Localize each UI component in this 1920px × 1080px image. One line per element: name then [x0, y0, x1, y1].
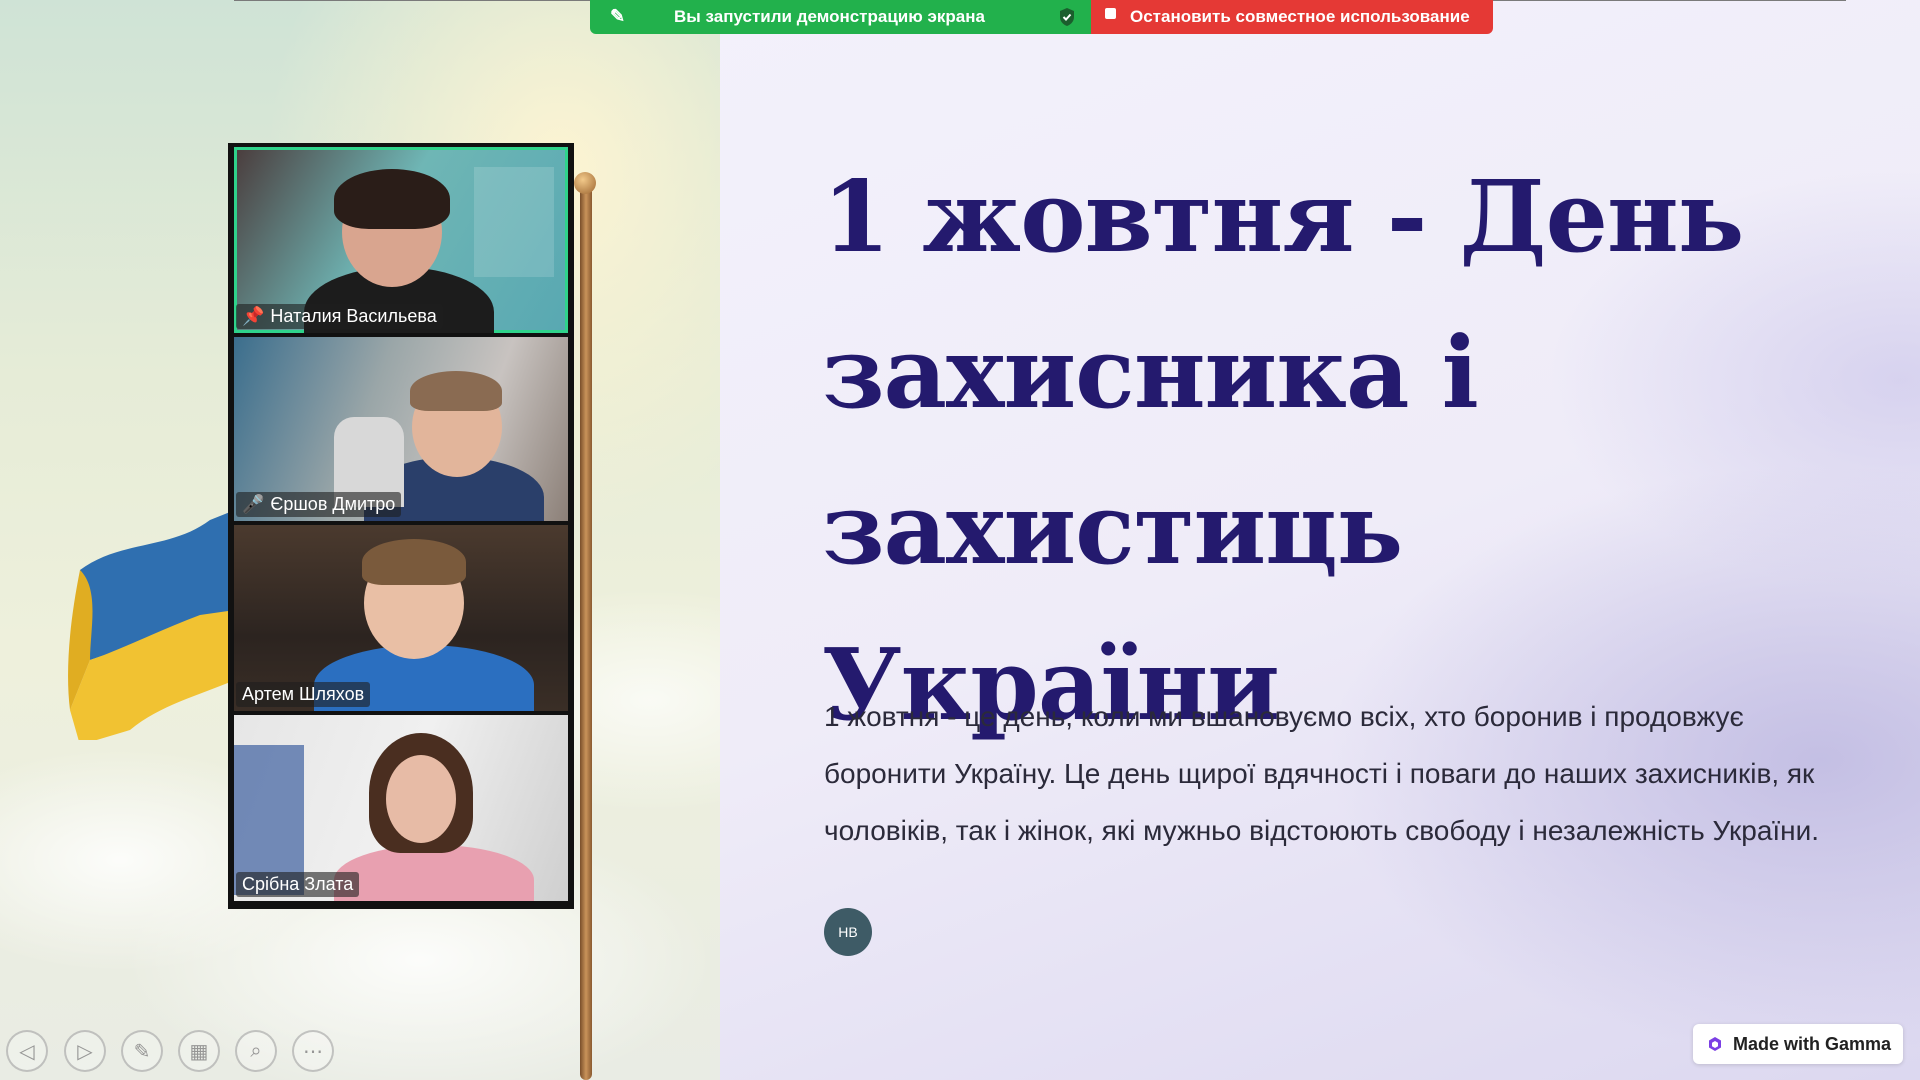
pen-icon: ✎ [133, 1040, 151, 1063]
next-slide-button[interactable]: ▷ [64, 1030, 106, 1072]
zoom-button[interactable]: ⌕ [235, 1030, 277, 1072]
see-all-slides-button[interactable]: ▦ [178, 1030, 220, 1072]
participant-name-label: 🎤 Єршов Дмитро [236, 492, 402, 517]
stop-sharing-label: Остановить совместное использование [1130, 7, 1470, 26]
more-icon: ⋯ [303, 1040, 323, 1063]
shield-check-icon [1058, 7, 1078, 27]
muted-microphone-icon: 🎤 [242, 494, 265, 514]
ukraine-flag-image [68, 510, 235, 740]
participant-name-label: 📌 Наталия Васильева [236, 304, 443, 329]
share-status-text: Вы запустили демонстрацию экрана [674, 7, 985, 26]
pin-icon: 📌 [242, 306, 265, 326]
participant-name-label: Артем Шляхов [236, 682, 371, 707]
participant-name-label: Срібна Злата [236, 872, 360, 897]
video-tile[interactable]: Артем Шляхов [234, 525, 568, 711]
gamma-badge-label: Made with Gamma [1733, 1033, 1892, 1054]
video-tile[interactable]: Срібна Злата [234, 715, 568, 901]
slides-icon: ▦ [189, 1040, 209, 1063]
zoom-icon: ⌕ [250, 1039, 262, 1062]
made-with-gamma-badge[interactable]: Made with Gamma [1693, 1024, 1903, 1064]
flagpole-image [580, 178, 592, 1080]
stop-icon [1105, 7, 1116, 19]
pen-tool-button[interactable]: ✎ [121, 1030, 163, 1072]
more-options-button[interactable]: ⋯ [292, 1030, 334, 1072]
presenter-avatar[interactable]: НВ [824, 908, 872, 956]
flagpole-finial [574, 172, 596, 194]
drag-handle-icon[interactable]: ✎ [610, 6, 625, 27]
share-status-bar[interactable]: ✎ Вы запустили демонстрацию экрана [590, 0, 1091, 34]
previous-icon: ◁ [19, 1040, 35, 1063]
video-tile[interactable]: 🎤 Єршов Дмитро [234, 337, 568, 521]
slide-title: 1 жовтня - День захисника і захистиць Ук… [822, 160, 1744, 743]
previous-slide-button[interactable]: ◁ [6, 1030, 48, 1072]
next-icon: ▷ [77, 1040, 93, 1063]
participants-panel: 📌 Наталия Васильева 🎤 Єршов Дмитро Артем Ш… [228, 143, 574, 909]
screen-share-bar: ✎ Вы запустили демонстрацию экрана Остан… [590, 0, 1493, 34]
slide-body-text: 1 жовтня - це день, коли ми вшановуємо в… [824, 701, 1820, 846]
gamma-logo-icon [1707, 1036, 1723, 1052]
video-tile-active-speaker[interactable]: 📌 Наталия Васильева [234, 147, 568, 333]
stop-sharing-button[interactable]: Остановить совместное использование [1091, 0, 1493, 34]
